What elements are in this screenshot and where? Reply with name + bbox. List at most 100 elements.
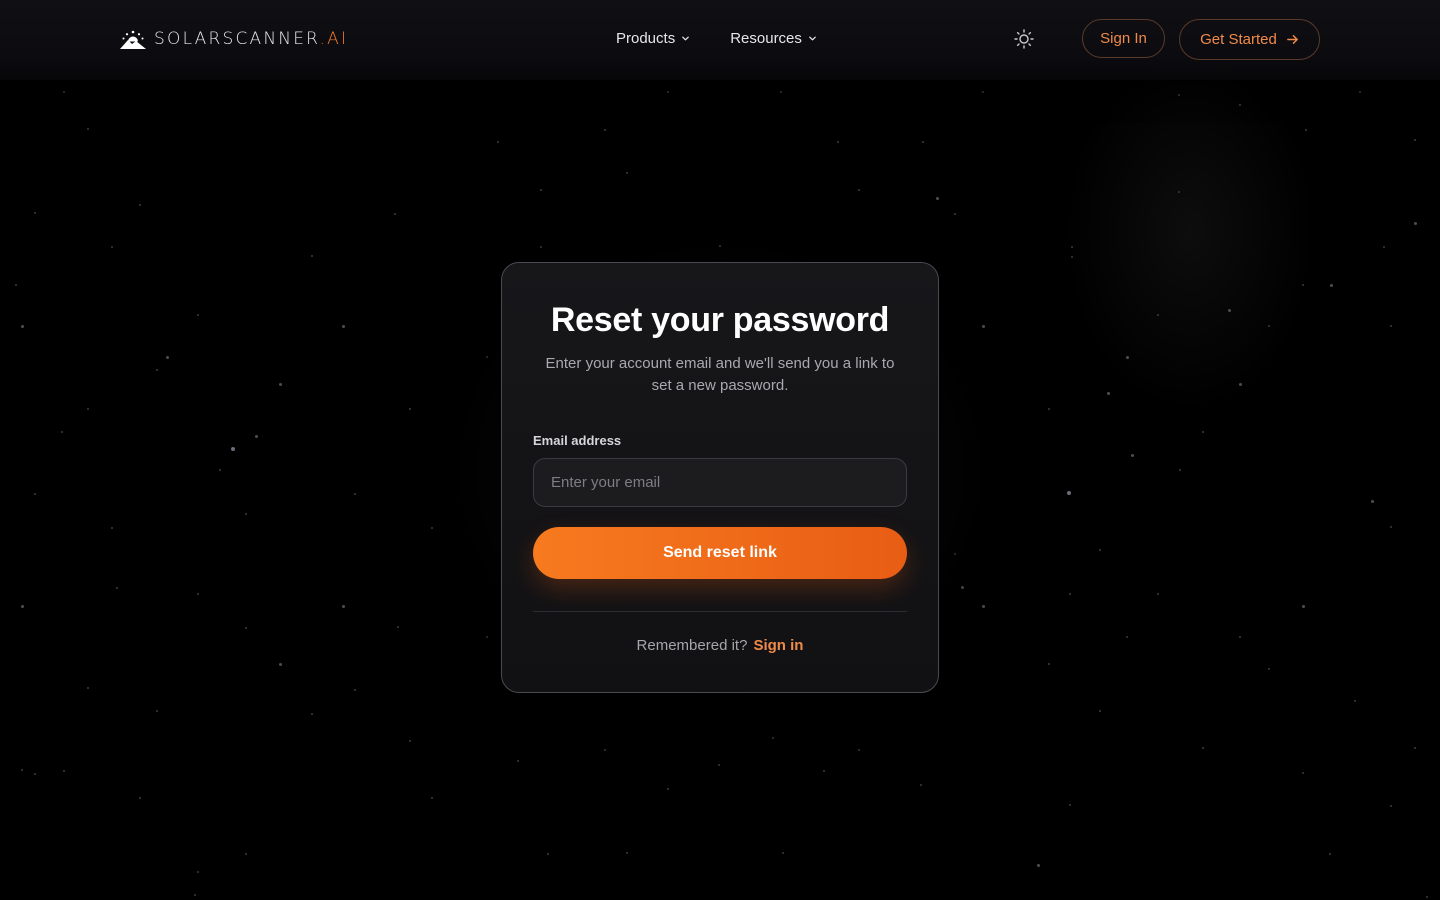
sun-mountain-logo-icon: [120, 30, 146, 49]
main-nav: Products Resources: [616, 30, 817, 47]
sun-icon[interactable]: [1013, 28, 1035, 50]
star-dot: [311, 713, 313, 715]
star-dot: [194, 894, 196, 896]
star-dot: [1067, 491, 1071, 495]
star-dot: [1238, 382, 1242, 386]
star-dot: [547, 853, 549, 855]
star-dot: [156, 369, 158, 371]
star-dot: [667, 788, 669, 790]
star-dot: [626, 852, 628, 854]
star-dot: [981, 604, 985, 608]
chevron-down-icon: [809, 36, 816, 41]
star-dot: [1390, 526, 1392, 528]
star-dot: [111, 246, 113, 248]
star-dot: [1390, 325, 1392, 327]
star-dot: [21, 769, 23, 771]
brand-suffix: .AI: [319, 29, 349, 49]
star-dot: [409, 740, 411, 742]
star-dot: [837, 141, 839, 143]
star-dot: [245, 853, 247, 855]
star-dot: [1178, 94, 1180, 96]
star-dot: [156, 710, 158, 712]
star-dot: [982, 91, 984, 93]
star-dot: [341, 604, 345, 608]
star-dot: [1069, 593, 1071, 595]
star-dot: [1157, 593, 1159, 595]
nav-products-label: Products: [616, 30, 676, 47]
arrow-right-icon: [1286, 35, 1298, 44]
star-dot: [1239, 104, 1241, 106]
star-dot: [1414, 139, 1416, 141]
star-dot: [219, 469, 221, 471]
star-dot: [20, 604, 24, 608]
star-dot: [34, 773, 36, 775]
star-dot: [278, 382, 282, 386]
email-field[interactable]: [533, 458, 907, 507]
divider: [533, 611, 907, 612]
star-dot: [1414, 747, 1416, 749]
star-dot: [431, 797, 433, 799]
star-dot: [245, 513, 247, 515]
star-dot: [111, 527, 113, 529]
star-dot: [1329, 853, 1331, 855]
chevron-down-icon: [682, 36, 690, 41]
star-dot: [1227, 308, 1231, 312]
star-dot: [1329, 283, 1333, 287]
sign-in-button[interactable]: Sign In: [1082, 19, 1165, 58]
star-dot: [1178, 191, 1180, 193]
page-subtitle: Enter your account email and we'll send …: [545, 355, 895, 394]
star-dot: [1268, 668, 1270, 670]
star-dot: [935, 196, 939, 200]
get-started-button[interactable]: Get Started: [1179, 19, 1320, 60]
star-dot: [231, 447, 235, 451]
reset-password-card: Reset your password Enter your account e…: [501, 262, 939, 693]
star-dot: [1302, 772, 1304, 774]
star-dot: [782, 852, 784, 854]
page: SOLARSCANNER.AI Products Resources Sign …: [0, 0, 1440, 900]
nav-products-dropdown[interactable]: Products: [616, 30, 690, 47]
star-dot: [245, 627, 247, 629]
star-dot: [604, 129, 606, 131]
star-dot: [1359, 91, 1361, 93]
star-dot: [165, 355, 169, 359]
nav-resources-dropdown[interactable]: Resources: [730, 30, 817, 47]
star-dot: [341, 324, 345, 328]
star-dot: [981, 324, 985, 328]
star-dot: [1157, 314, 1159, 316]
star-dot: [1268, 325, 1270, 327]
star-dot: [1370, 499, 1374, 503]
top-navigation-bar: SOLARSCANNER.AI Products Resources Sign …: [0, 0, 1440, 80]
page-title: Reset your password: [550, 301, 890, 339]
brand-logo[interactable]: SOLARSCANNER.AI: [120, 28, 348, 50]
send-reset-link-button[interactable]: Send reset link: [533, 527, 907, 579]
star-dot: [197, 314, 199, 316]
star-dot: [497, 141, 499, 143]
star-dot: [1099, 549, 1101, 551]
email-label: Email address: [533, 433, 622, 448]
star-dot: [667, 91, 669, 93]
star-dot: [922, 141, 924, 143]
star-dot: [197, 871, 199, 873]
star-dot: [1179, 469, 1181, 471]
star-dot: [604, 749, 606, 751]
brand-name: SOLARSCANNER.AI: [154, 29, 349, 49]
sign-in-prompt: Remembered it? Sign in: [502, 637, 938, 654]
star-dot: [1069, 804, 1071, 806]
star-dot: [63, 770, 65, 772]
star-dot: [1071, 256, 1073, 258]
star-dot: [954, 553, 956, 555]
star-dot: [1202, 431, 1204, 433]
star-dot: [278, 662, 282, 666]
sign-in-link[interactable]: Sign in: [753, 637, 803, 654]
star-dot: [517, 760, 519, 762]
star-dot: [354, 689, 356, 691]
star-dot: [1048, 663, 1050, 665]
star-dot: [486, 356, 488, 358]
star-dot: [772, 737, 774, 739]
star-dot: [1202, 747, 1204, 749]
star-dot: [409, 408, 411, 410]
star-dot: [1239, 636, 1241, 638]
star-dot: [1071, 246, 1073, 248]
star-dot: [116, 587, 118, 589]
star-dot: [823, 770, 825, 772]
